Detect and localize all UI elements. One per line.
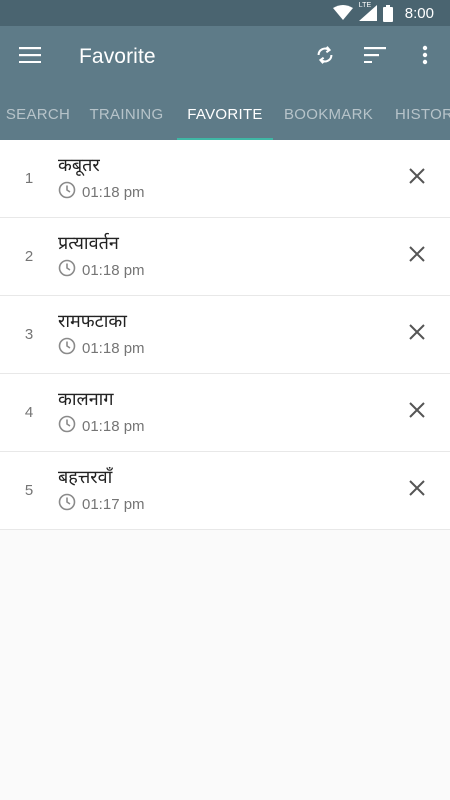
list-item[interactable]: 3 रामफटाका 01:18 pm (0, 296, 450, 374)
cell-signal-icon: LTE (358, 2, 377, 21)
close-icon (409, 246, 425, 267)
list-item[interactable]: 2 प्रत्यावर्तन 01:18 pm (0, 218, 450, 296)
favorites-list: 1 कबूतर 01:18 pm 2 प्रत्यावर्तन 01:18 pm… (0, 140, 450, 530)
item-time: 01:18 pm (82, 417, 145, 435)
item-index: 3 (24, 326, 34, 343)
remove-button[interactable] (384, 452, 450, 530)
close-icon (409, 168, 425, 189)
tab-label: BOOKMARK (283, 105, 374, 123)
network-type-label: LTE (358, 2, 372, 9)
item-index: 2 (24, 248, 34, 265)
page-title: Favorite (79, 45, 156, 68)
tab-label: SEARCH (5, 105, 71, 123)
app-bar: Favorite (0, 26, 450, 88)
item-word: रामफटाका (58, 310, 127, 332)
item-time: 01:18 pm (82, 261, 145, 279)
tab-label: HISTORY (395, 105, 450, 123)
item-index: 4 (24, 404, 34, 421)
item-index: 1 (24, 170, 34, 187)
list-item[interactable]: 4 कालनाग 01:18 pm (0, 374, 450, 452)
item-word: प्रत्यावर्तन (58, 232, 119, 254)
item-time: 01:17 pm (82, 495, 145, 513)
status-bar: LTE 8:00 (0, 0, 450, 26)
refresh-icon (314, 43, 336, 72)
battery-icon (382, 4, 393, 22)
menu-icon (19, 46, 41, 68)
remove-button[interactable] (384, 140, 450, 218)
tab-history[interactable]: HISTORY (384, 88, 450, 140)
tab-label: TRAINING (89, 105, 164, 123)
item-word: कबूतर (58, 154, 100, 176)
status-time: 8:00 (404, 4, 434, 22)
tab-training[interactable]: TRAINING (76, 88, 177, 140)
close-icon (409, 324, 425, 345)
clock-icon (58, 493, 76, 516)
list-item[interactable]: 5 बहत्तरवाँ 01:17 pm (0, 452, 450, 530)
sort-button[interactable] (350, 26, 400, 88)
remove-button[interactable] (384, 296, 450, 374)
remove-button[interactable] (384, 374, 450, 452)
item-word: बहत्तरवाँ (58, 466, 113, 488)
item-word: कालनाग (58, 388, 114, 410)
tab-bar: SEARCH TRAINING FAVORITE BOOKMARK HISTOR… (0, 88, 450, 140)
tab-search[interactable]: SEARCH (0, 88, 76, 140)
list-item[interactable]: 1 कबूतर 01:18 pm (0, 140, 450, 218)
item-index: 5 (24, 482, 34, 499)
menu-button[interactable] (0, 26, 60, 88)
clock-icon (58, 415, 76, 438)
sort-icon (364, 46, 386, 68)
more-vert-icon (422, 45, 428, 70)
close-icon (409, 480, 425, 501)
tab-bookmark[interactable]: BOOKMARK (273, 88, 384, 140)
clock-icon (58, 181, 76, 204)
remove-button[interactable] (384, 218, 450, 296)
item-time: 01:18 pm (82, 339, 145, 357)
item-time: 01:18 pm (82, 183, 145, 201)
wifi-icon (332, 5, 353, 21)
clock-icon (58, 337, 76, 360)
more-options-button[interactable] (400, 26, 450, 88)
tab-label: FAVORITE (187, 105, 263, 123)
clock-icon (58, 259, 76, 282)
tab-favorite[interactable]: FAVORITE (177, 88, 273, 140)
refresh-button[interactable] (300, 26, 350, 88)
close-icon (409, 402, 425, 423)
